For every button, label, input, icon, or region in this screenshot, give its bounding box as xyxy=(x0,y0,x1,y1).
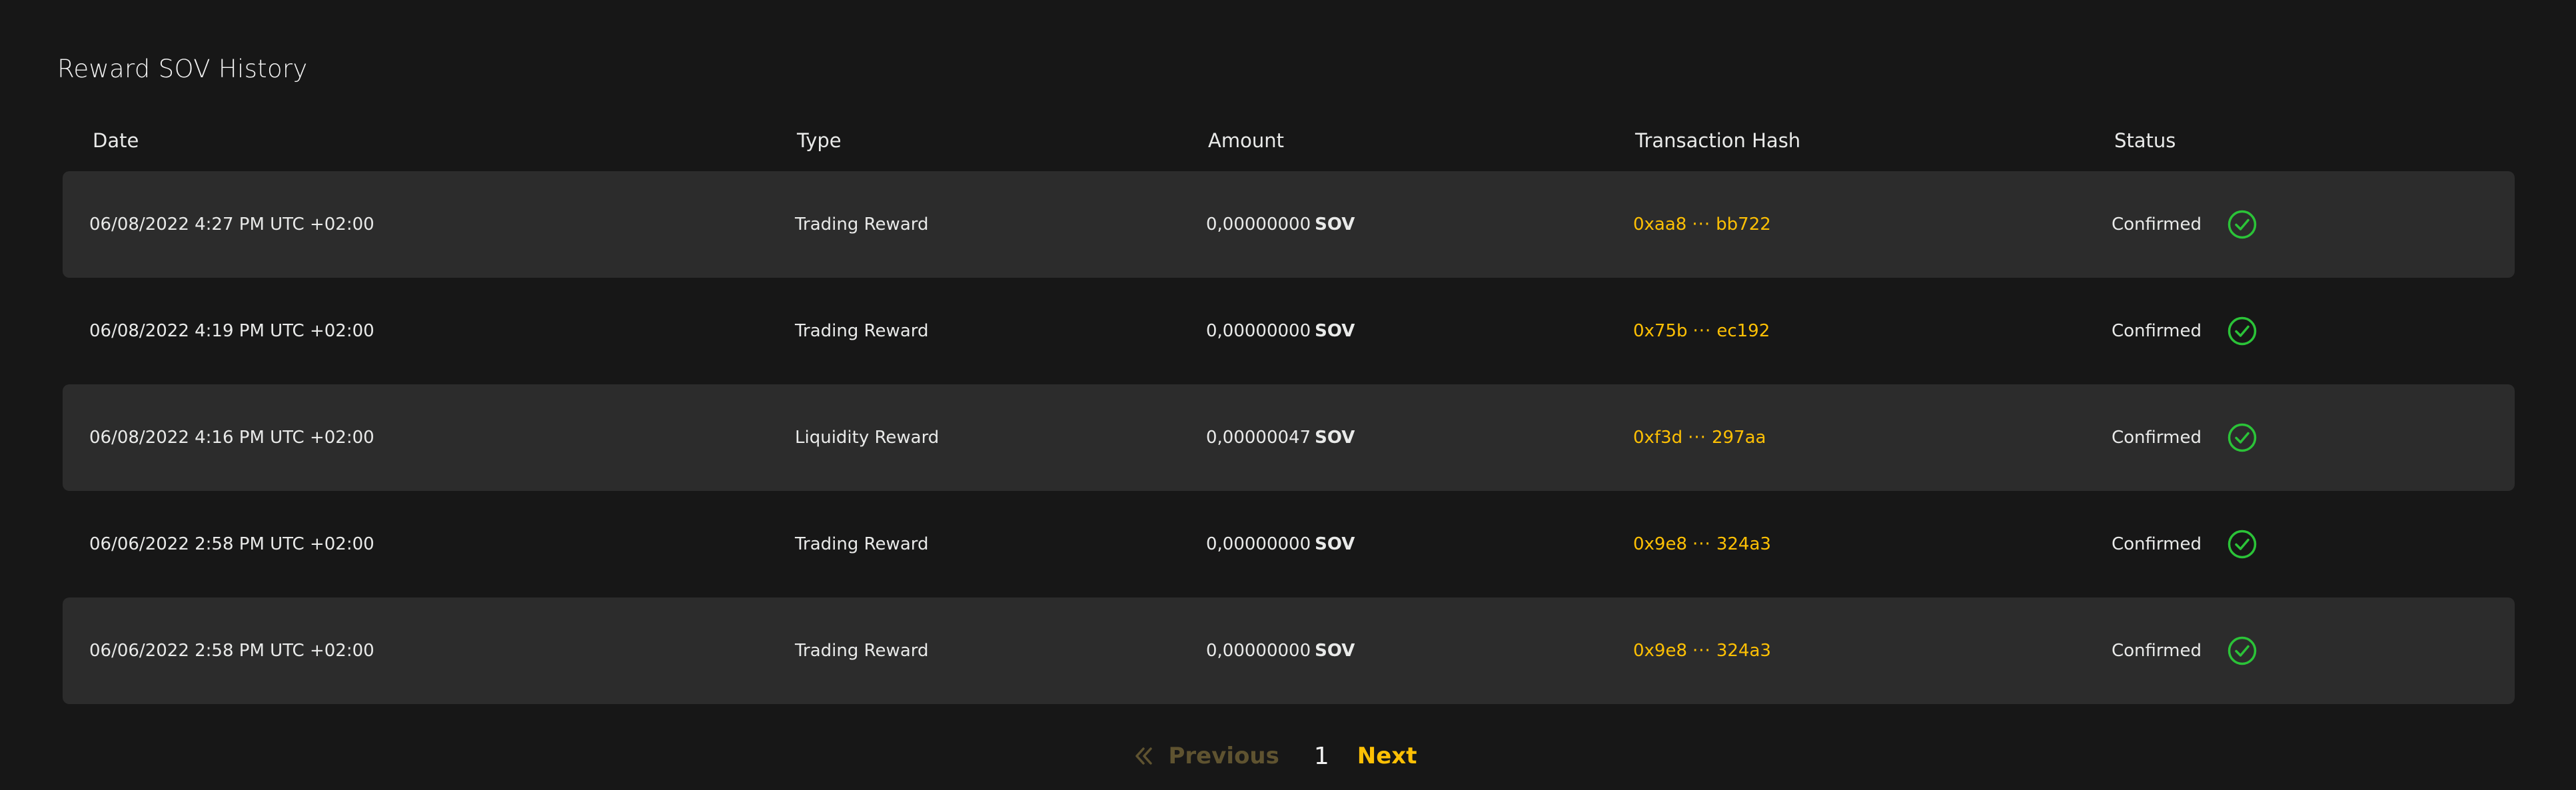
table-row: 06/06/2022 2:58 PM UTC +02:00 Trading Re… xyxy=(63,597,2515,704)
amount-unit: SOV xyxy=(1315,534,1355,554)
transaction-hash-link[interactable]: 0xf3d ··· 297aa xyxy=(1633,384,1766,491)
amount-value: 0,00000000 xyxy=(1206,214,1311,234)
header-type: Type xyxy=(797,129,842,152)
row-type: Trading Reward xyxy=(795,214,929,234)
hash-start: 0xaa8 xyxy=(1633,214,1687,234)
row-date: 06/08/2022 4:19 PM UTC +02:00 xyxy=(89,321,374,341)
double-chevron-left-icon xyxy=(1135,747,1152,765)
hash-end: 297aa xyxy=(1711,428,1766,448)
hash-end: ec192 xyxy=(1716,321,1770,341)
row-amount: 0,00000000 SOV xyxy=(1206,597,1355,704)
page-number-current[interactable]: 1 xyxy=(1314,743,1329,770)
check-circle-icon xyxy=(2228,530,2257,559)
previous-page-button[interactable]: Previous xyxy=(1133,743,1279,769)
status-text: Confirmed xyxy=(2112,641,2202,661)
hash-start: 0x9e8 xyxy=(1633,534,1688,554)
status-text: Confirmed xyxy=(2112,214,2202,234)
amount-unit: SOV xyxy=(1315,214,1355,234)
table-row: 06/08/2022 4:16 PM UTC +02:00 Liquidity … xyxy=(63,384,2515,491)
row-type: Trading Reward xyxy=(795,534,929,554)
hash-end: 324a3 xyxy=(1716,534,1771,554)
check-circle-icon xyxy=(2228,636,2257,665)
amount-value: 0,00000000 xyxy=(1206,321,1311,341)
header-date: Date xyxy=(93,129,139,152)
transaction-hash-link[interactable]: 0xaa8 ··· bb722 xyxy=(1633,171,1771,278)
check-circle-icon xyxy=(2228,423,2257,452)
hash-start: 0xf3d xyxy=(1633,428,1683,448)
pagination: Previous 1 Next xyxy=(0,739,2576,773)
hash-ellipsis: ··· xyxy=(1688,428,1706,448)
check-circle-icon xyxy=(2228,316,2257,346)
amount-value: 0,00000047 xyxy=(1206,428,1311,448)
status-text: Confirmed xyxy=(2112,321,2202,341)
row-status: Confirmed xyxy=(2112,171,2257,278)
hash-start: 0x75b xyxy=(1633,321,1688,341)
amount-value: 0,00000000 xyxy=(1206,534,1311,554)
table-header: Date Type Amount Transaction Hash Status xyxy=(63,120,2515,171)
status-text: Confirmed xyxy=(2112,428,2202,448)
hash-ellipsis: ··· xyxy=(1692,214,1711,234)
header-amount: Amount xyxy=(1208,129,1284,152)
amount-value: 0,00000000 xyxy=(1206,641,1311,661)
row-date: 06/06/2022 2:58 PM UTC +02:00 xyxy=(89,641,374,661)
row-date: 06/06/2022 2:58 PM UTC +02:00 xyxy=(89,534,374,554)
next-page-button[interactable]: Next xyxy=(1357,743,1417,769)
row-amount: 0,00000047 SOV xyxy=(1206,384,1355,491)
hash-end: 324a3 xyxy=(1716,641,1771,661)
transaction-hash-link[interactable]: 0x75b ··· ec192 xyxy=(1633,278,1770,384)
row-status: Confirmed xyxy=(2112,491,2257,597)
hash-ellipsis: ··· xyxy=(1692,534,1711,554)
row-amount: 0,00000000 SOV xyxy=(1206,171,1355,278)
status-text: Confirmed xyxy=(2112,534,2202,554)
table-row: 06/08/2022 4:19 PM UTC +02:00 Trading Re… xyxy=(63,278,2515,384)
table-row: 06/08/2022 4:27 PM UTC +02:00 Trading Re… xyxy=(63,171,2515,278)
row-type: Liquidity Reward xyxy=(795,428,940,448)
amount-unit: SOV xyxy=(1315,321,1355,341)
row-date: 06/08/2022 4:27 PM UTC +02:00 xyxy=(89,214,374,234)
row-status: Confirmed xyxy=(2112,384,2257,491)
row-status: Confirmed xyxy=(2112,597,2257,704)
amount-unit: SOV xyxy=(1315,428,1355,448)
page-title: Reward SOV History xyxy=(57,55,308,83)
row-type: Trading Reward xyxy=(795,321,929,341)
row-amount: 0,00000000 SOV xyxy=(1206,278,1355,384)
row-status: Confirmed xyxy=(2112,278,2257,384)
check-circle-icon xyxy=(2228,210,2257,239)
row-date: 06/08/2022 4:16 PM UTC +02:00 xyxy=(89,428,374,448)
previous-label: Previous xyxy=(1168,743,1279,769)
hash-start: 0x9e8 xyxy=(1633,641,1688,661)
hash-ellipsis: ··· xyxy=(1692,641,1711,661)
table-row: 06/06/2022 2:58 PM UTC +02:00 Trading Re… xyxy=(63,491,2515,597)
amount-unit: SOV xyxy=(1315,641,1355,661)
transaction-hash-link[interactable]: 0x9e8 ··· 324a3 xyxy=(1633,491,1771,597)
transaction-hash-link[interactable]: 0x9e8 ··· 324a3 xyxy=(1633,597,1771,704)
header-transaction-hash: Transaction Hash xyxy=(1635,129,1801,152)
hash-end: bb722 xyxy=(1716,214,1771,234)
hash-ellipsis: ··· xyxy=(1692,321,1712,341)
row-type: Trading Reward xyxy=(795,641,929,661)
header-status: Status xyxy=(2114,129,2176,152)
reward-history-table: Date Type Amount Transaction Hash Status… xyxy=(63,120,2515,704)
reward-history-page: Reward SOV History Date Type Amount Tran… xyxy=(0,0,2576,790)
pagination-controls: Previous 1 Next xyxy=(1133,743,1417,770)
row-amount: 0,00000000 SOV xyxy=(1206,491,1355,597)
